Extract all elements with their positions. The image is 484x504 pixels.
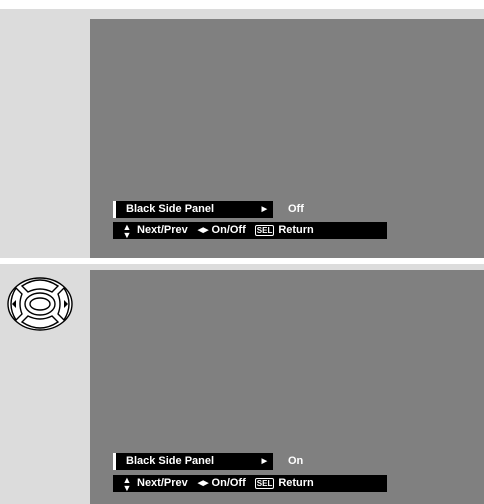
next-prev-label: Next/Prev <box>137 477 188 489</box>
updown-arrow-icon: ▲ ▼ <box>122 222 132 240</box>
screen-panel-2: Black Side Panel ▶ On ▲ ▼ Next/Prev ◀▶ On/Of… <box>0 264 484 504</box>
tv-screen-1: Black Side Panel ▶ Off ▲ ▼ Next/Prev ◀▶ On/O… <box>90 19 484 258</box>
tv-screen-2: Black Side Panel ▶ On ▲ ▼ Next/Prev ◀▶ On/Of… <box>90 270 484 504</box>
menu-item-label: Black Side Panel <box>126 203 215 215</box>
menu-row-2: Black Side Panel ▶ On <box>113 453 461 470</box>
menu-item-label: Black Side Panel <box>126 455 215 467</box>
menu-value: Off <box>288 203 304 215</box>
sel-key-icon: SEL <box>254 225 275 236</box>
selection-accent <box>113 201 116 218</box>
menu-item-black-side-panel[interactable]: Black Side Panel ▶ <box>113 201 273 218</box>
sel-key-icon: SEL <box>254 478 275 489</box>
updown-arrow-icon: ▲ ▼ <box>122 475 132 493</box>
menu-item-black-side-panel[interactable]: Black Side Panel ▶ <box>113 453 273 470</box>
help-bar-1: ▲ ▼ Next/Prev ◀▶ On/Off SEL Return <box>113 222 387 240</box>
screen-panel-1: Black Side Panel ▶ Off ▲ ▼ Next/Prev ◀▶ On/O… <box>0 9 484 258</box>
next-prev-label: Next/Prev <box>137 224 188 236</box>
on-off-label: On/Off <box>211 224 246 236</box>
left-right-arrow-icon: ◀▶ <box>197 227 209 234</box>
menu-row-1: Black Side Panel ▶ Off <box>113 201 461 218</box>
return-label: Return <box>278 477 314 489</box>
on-off-label: On/Off <box>211 477 246 489</box>
remote-control-dpad-icon <box>7 277 73 331</box>
right-arrow-icon: ▶ <box>261 206 267 213</box>
right-arrow-icon: ▶ <box>261 458 267 465</box>
selection-accent <box>113 453 116 470</box>
return-label: Return <box>278 224 314 236</box>
left-right-arrow-icon: ◀▶ <box>197 480 209 487</box>
help-bar-2: ▲ ▼ Next/Prev ◀▶ On/Off SEL Return <box>113 475 387 493</box>
menu-value: On <box>288 455 304 467</box>
